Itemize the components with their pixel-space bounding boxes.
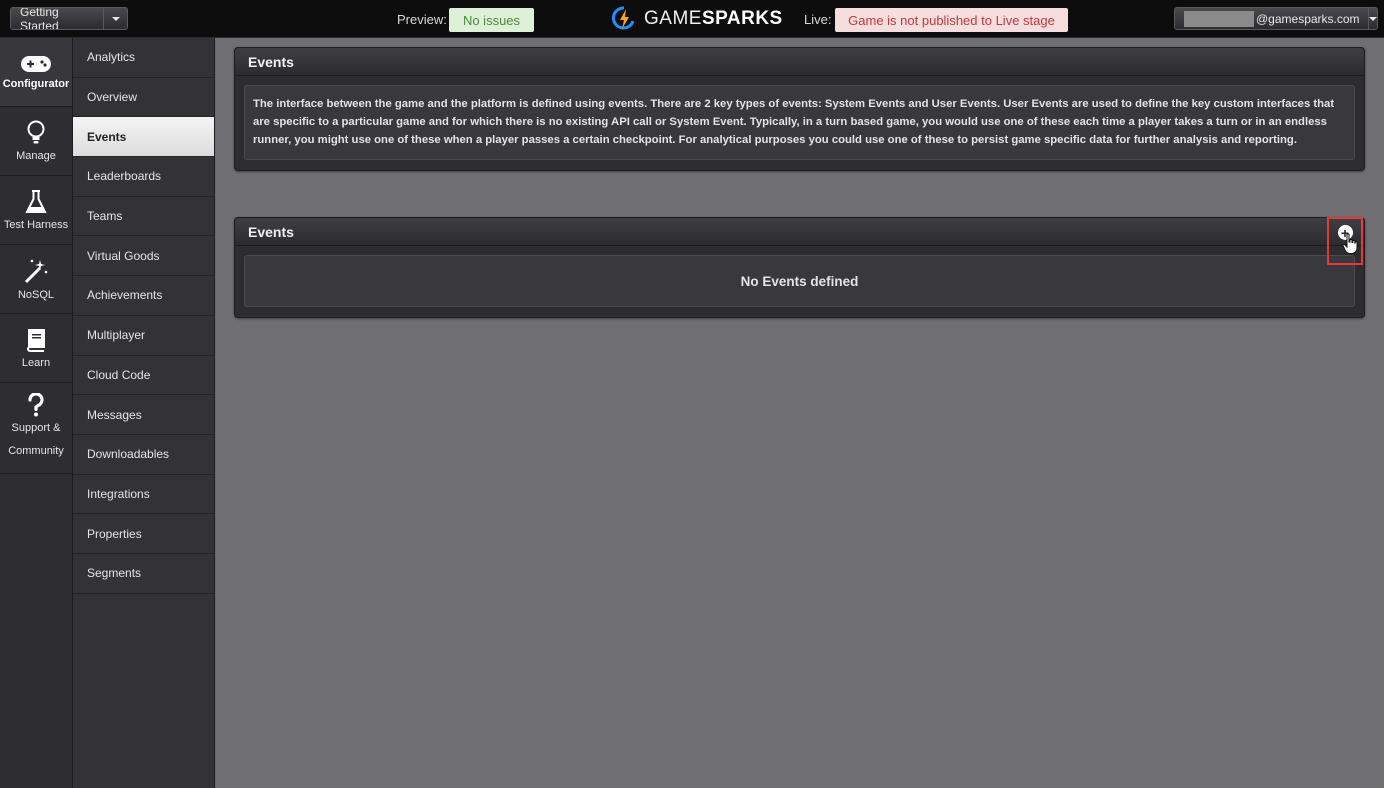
hand-cursor-icon (1342, 233, 1358, 254)
add-event-button[interactable]: + (1327, 217, 1363, 265)
magic-wand-icon (24, 259, 48, 284)
logo-text-sparks: SPARKS (701, 8, 783, 29)
flask-icon (25, 190, 47, 213)
preview-status-badge[interactable]: No issues (449, 8, 534, 32)
events-list-panel-header: Events + (235, 217, 1364, 265)
events-list-panel: Events + No Events defined (234, 217, 1365, 318)
getting-started-dropdown[interactable]: Getting Started (10, 7, 128, 30)
chevron-down-icon (1368, 16, 1377, 21)
subnav-item-leaderboards[interactable]: Leaderboards (73, 157, 214, 197)
rail-item-support[interactable]: Support & Community (0, 383, 72, 474)
subnav-item-teams[interactable]: Teams (73, 197, 214, 237)
book-icon (27, 329, 45, 352)
top-bar: Getting Started Preview: No issues GAMES… (0, 0, 1384, 38)
question-mark-icon (28, 393, 44, 417)
events-info-panel-title: Events (235, 48, 1364, 76)
subnav-item-overview[interactable]: Overview (73, 78, 214, 118)
logo-text: GAMESPARKS (644, 8, 783, 30)
events-list-body: No Events defined (244, 255, 1355, 307)
empty-state-text: No Events defined (740, 273, 859, 289)
subnav-item-downloadables[interactable]: Downloadables (73, 435, 214, 475)
subnav-item-messages[interactable]: Messages (73, 395, 214, 435)
redacted-username (1184, 10, 1254, 27)
rail-item-configurator[interactable]: Configurator (0, 38, 72, 107)
getting-started-caret[interactable] (103, 8, 127, 29)
rail-item-manage[interactable]: Manage (0, 107, 72, 176)
subnav-item-events[interactable]: Events (73, 117, 214, 158)
events-info-panel-body: The interface between the game and the p… (244, 85, 1355, 160)
subnav-item-cloud-code[interactable]: Cloud Code (73, 356, 214, 396)
logo-text-game: GAME (644, 8, 702, 29)
rail-item-label: Configurator (2, 78, 70, 90)
subnav-item-achievements[interactable]: Achievements (73, 276, 214, 316)
gamesparks-logo-icon (612, 6, 635, 30)
account-button[interactable]: @gamesparks.com (1175, 8, 1368, 29)
configurator-subnav: Analytics Overview Events Leaderboards T… (73, 38, 215, 788)
subnav-item-integrations[interactable]: Integrations (73, 475, 214, 515)
account-caret[interactable] (1367, 8, 1377, 29)
rail-item-nosql[interactable]: NoSQL (0, 245, 72, 314)
account-email: @gamesparks.com (1256, 11, 1360, 26)
events-list-panel-title: Events (248, 223, 294, 240)
subnav-item-virtual-goods[interactable]: Virtual Goods (73, 236, 214, 277)
lightbulb-icon (27, 120, 45, 144)
subnav-item-properties[interactable]: Properties (73, 514, 214, 554)
subnav-item-multiplayer[interactable]: Multiplayer (73, 316, 214, 356)
rail-item-test-harness[interactable]: Test Harness (0, 176, 72, 245)
subnav-item-segments[interactable]: Segments (73, 554, 214, 594)
live-label: Live: (804, 12, 832, 27)
subnav-item-analytics[interactable]: Analytics (73, 38, 214, 78)
gamepad-icon (21, 56, 51, 72)
preview-label: Preview: (397, 12, 447, 27)
events-info-panel: Events The interface between the game an… (234, 47, 1365, 171)
live-status-badge[interactable]: Game is not published to Live stage (835, 8, 1068, 32)
rail-item-label: Support & Community (8, 422, 64, 457)
rail-item-learn[interactable]: Learn (0, 314, 72, 383)
rail-item-label: Manage (16, 150, 56, 162)
chevron-down-icon (111, 16, 120, 21)
account-dropdown[interactable]: @gamesparks.com (1174, 7, 1378, 30)
rail-item-label: Test Harness (3, 219, 69, 231)
rail-item-label: NoSQL (17, 289, 55, 301)
main-content: Events The interface between the game an… (216, 38, 1384, 788)
icon-rail: Configurator Manage Test Harness NoSQL L… (0, 38, 73, 788)
gamesparks-logo: GAMESPARKS (612, 5, 783, 33)
rail-item-label: Learn (21, 357, 51, 369)
getting-started-button[interactable]: Getting Started (11, 8, 103, 29)
events-description: The interface between the game and the p… (253, 98, 1335, 146)
